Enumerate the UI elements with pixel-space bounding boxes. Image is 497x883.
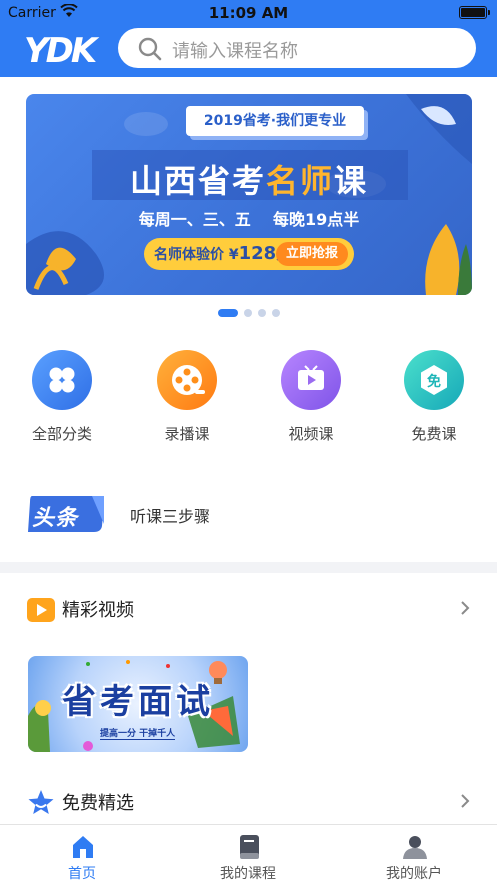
tv-play-icon	[281, 350, 341, 410]
video-card[interactable]: 省考面试 提高一分 干掉千人	[28, 656, 248, 752]
tab-label: 我的账户	[386, 866, 442, 882]
video-card-caption: 提高一分 干掉千人	[100, 726, 176, 740]
headline-badge-text: 头条	[32, 506, 79, 531]
book-icon	[236, 834, 262, 864]
banner-tagline: 2019省考·我们更专业	[186, 106, 364, 136]
category-free[interactable]: 免 免费课	[384, 350, 484, 444]
chevron-right-icon	[460, 600, 470, 620]
section-title: 精彩视频	[62, 600, 134, 621]
app-logo[interactable]: YDK	[22, 30, 104, 71]
banner-title: 山西省考名师课	[26, 156, 472, 202]
carousel-dot[interactable]	[244, 309, 252, 317]
enroll-now-button[interactable]: 立即抢报	[276, 242, 348, 266]
tab-my-courses[interactable]: 我的课程	[178, 825, 318, 883]
home-icon	[70, 834, 96, 864]
banner-title-post: 课	[334, 162, 369, 200]
category-label: 视频课	[288, 425, 334, 443]
user-icon	[402, 834, 428, 864]
chevron-right-icon	[460, 793, 470, 813]
status-bar: Carrier 11:09 AM	[0, 0, 497, 26]
carousel-dot-active[interactable]	[218, 309, 238, 317]
section-divider	[0, 562, 497, 573]
carousel-dot[interactable]	[272, 309, 280, 317]
video-card-title: 省考面试	[62, 682, 214, 722]
tab-my-account[interactable]: 我的账户	[344, 825, 484, 883]
video-play-icon	[26, 595, 56, 627]
free-hexagon-icon: 免	[404, 350, 464, 410]
film-reel-icon	[157, 350, 217, 410]
search-icon	[138, 37, 162, 65]
banner-title-highlight: 名师	[265, 162, 334, 200]
grid-icon	[32, 350, 92, 410]
star-icon	[26, 788, 56, 822]
price-currency: ¥	[228, 247, 239, 263]
tab-label: 首页	[68, 866, 96, 882]
banner-schedule: 每周一、三、五 每晚19点半	[138, 210, 360, 229]
search-placeholder: 请输入课程名称	[172, 41, 298, 62]
section-title: 免费精选	[62, 793, 134, 814]
section-header-free[interactable]: 免费精选	[0, 781, 497, 821]
headline-strip[interactable]: 头条 听课三步骤	[26, 492, 472, 536]
battery-icon	[459, 6, 490, 19]
category-all[interactable]: 全部分类	[12, 350, 112, 444]
category-label: 免费课	[411, 425, 457, 443]
headline-text: 听课三步骤	[130, 507, 211, 526]
category-recorded[interactable]: 录播课	[137, 350, 237, 444]
svg-text:免: 免	[427, 373, 441, 390]
category-label: 录播课	[164, 425, 210, 443]
app-header: Carrier 11:09 AM YDK 请输入课程名称	[0, 0, 497, 77]
category-video[interactable]: 视频课	[261, 350, 361, 444]
tab-home[interactable]: 首页	[12, 825, 152, 883]
category-label: 全部分类	[31, 425, 92, 443]
section-header-videos[interactable]: 精彩视频	[0, 588, 497, 628]
banner-title-pre: 山西省考	[129, 162, 266, 200]
promo-banner[interactable]: 2019省考·我们更专业 山西省考名师课 每周一、三、五 每晚19点半 名师体验…	[26, 94, 472, 295]
status-time: 11:09 AM	[208, 4, 289, 22]
svg-text:YDK: YDK	[24, 31, 100, 68]
search-bar[interactable]: 请输入课程名称	[118, 28, 476, 68]
price-label: 名师体验价	[154, 247, 224, 263]
carousel-dot[interactable]	[258, 309, 266, 317]
tab-label: 我的课程	[220, 866, 276, 882]
price-value: 128	[238, 243, 277, 264]
headline-badge: 头条	[26, 494, 106, 534]
tab-bar: 首页 我的课程 我的账户	[0, 824, 497, 883]
